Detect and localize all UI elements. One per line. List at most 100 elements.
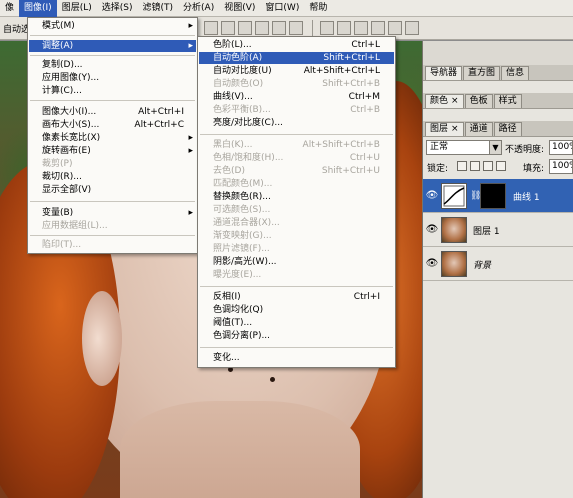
menu-item-match-color: 匹配颜色(M)... (213, 179, 273, 189)
eye-icon[interactable]: 👁 (425, 189, 439, 202)
lock-transparent-icon[interactable] (457, 161, 467, 171)
align-right-icon[interactable] (289, 21, 303, 35)
menu-item-curves[interactable]: 曲线(V)... Ctrl+M (199, 91, 394, 103)
distribute-bottom-icon[interactable] (354, 21, 368, 35)
menu-separator (30, 201, 195, 202)
layer-name: 背景 (473, 261, 492, 271)
menu-item-exposure: 曝光度(E)... (213, 270, 262, 280)
menu-item-rotate-canvas[interactable]: 旋转画布(E) ▸ (29, 145, 196, 157)
menu-item-calculations[interactable]: 计算(C)... (29, 85, 196, 97)
menu-item-shadow-highlight[interactable]: 阴影/高光(W)... (199, 256, 394, 268)
tab-color[interactable]: 颜色 × (425, 94, 464, 108)
layer-name: 曲线 1 (513, 193, 540, 203)
menu-item-crop: 裁剪(P) (42, 159, 73, 169)
distribute-left-icon[interactable] (371, 21, 385, 35)
menu-image-partial[interactable]: 像 (0, 0, 19, 17)
menu-item-brightness-contrast[interactable]: 亮度/对比度(C)... (199, 117, 394, 129)
lock-buttons (457, 161, 506, 171)
menu-item-invert[interactable]: 反相(I) Ctrl+I (199, 291, 394, 303)
menu-view[interactable]: 视图(V) (219, 0, 260, 17)
distribute-hcenter-icon[interactable] (388, 21, 402, 35)
menu-item-variations[interactable]: 变化... (199, 352, 394, 364)
tab-info[interactable]: 信息 (501, 66, 530, 80)
align-buttons (204, 21, 303, 35)
align-hcenter-icon[interactable] (272, 21, 286, 35)
menu-item-posterize[interactable]: 色调分离(P)... (199, 330, 394, 342)
navigator-panel-body (423, 81, 573, 93)
tab-swatches[interactable]: 色板 (464, 94, 493, 108)
menu-item-pixel-aspect[interactable]: 像素长宽比(X) ▸ (29, 132, 196, 144)
opacity-field[interactable]: 100% (549, 140, 573, 155)
menu-item-adjust[interactable]: 调整(A) ▸ (29, 40, 196, 52)
layer-name: 图层 1 (473, 227, 500, 237)
menu-item-auto-color: 自动颜色(O) Shift+Ctrl+B (213, 79, 380, 89)
menu-item-mode[interactable]: 模式(M) ▸ (29, 20, 196, 32)
menu-item-replace-color[interactable]: 替换颜色(R)... (199, 191, 394, 203)
menu-item-auto-contrast[interactable]: 自动对比度(U) Alt+Shift+Ctrl+L (199, 65, 394, 77)
chevron-down-icon[interactable]: ▼ (489, 141, 501, 154)
menu-item-trim[interactable]: 裁切(R)... (29, 171, 196, 183)
distribute-top-icon[interactable] (320, 21, 334, 35)
close-icon[interactable]: × (451, 124, 459, 134)
menu-item-duplicate[interactable]: 复制(D)... (29, 59, 196, 71)
menu-window[interactable]: 窗口(W) (260, 0, 304, 17)
adjust-submenu: 色阶(L)... Ctrl+L 自动色阶(A) Shift+Ctrl+L 自动对比度… (197, 36, 396, 368)
tab-layers[interactable]: 图层 × (425, 122, 464, 136)
eye-icon[interactable]: 👁 (425, 257, 439, 270)
fill-field[interactable]: 100% (549, 159, 573, 174)
menu-analysis[interactable]: 分析(A) (178, 0, 219, 17)
menu-item-threshold[interactable]: 阈值(T)... (199, 317, 394, 329)
menu-item-levels[interactable]: 色阶(L)... Ctrl+L (199, 39, 394, 51)
submenu-arrow-icon: ▸ (188, 133, 193, 143)
lock-brush-icon[interactable] (470, 161, 480, 171)
auto-select-label[interactable]: 自动选 (3, 22, 30, 35)
panel-tabs-navigator: 导航器 直方图 信息 (423, 65, 573, 81)
tab-styles[interactable]: 样式 (493, 94, 522, 108)
menu-item-variables[interactable]: 变量(B) ▸ (29, 207, 196, 219)
menu-select[interactable]: 选择(S) (97, 0, 138, 17)
align-vcenter-icon[interactable] (221, 21, 235, 35)
photo-ear (82, 291, 122, 386)
lock-all-icon[interactable] (496, 161, 506, 171)
menu-item-hue-saturation: 色相/饱和度(H)... Ctrl+U (213, 153, 380, 163)
menu-layer[interactable]: 图层(L) (57, 0, 97, 17)
tab-navigator[interactable]: 导航器 (425, 66, 463, 80)
layer-thumbnail (441, 251, 467, 277)
menu-separator (30, 55, 195, 56)
distribute-vcenter-icon[interactable] (337, 21, 351, 35)
menu-item-image-size[interactable]: 图像大小(I)... Alt+Ctrl+I (29, 106, 196, 118)
align-left-icon[interactable] (255, 21, 269, 35)
toolbar-divider (312, 20, 313, 37)
menu-item-apply-image[interactable]: 应用图像(Y)... (29, 72, 196, 84)
distribute-buttons (320, 21, 419, 35)
menu-help[interactable]: 帮助 (304, 0, 332, 17)
layer-row[interactable]: 👁 图层 1 (423, 213, 573, 247)
menu-item-equalize[interactable]: 色调均化(Q) (199, 304, 394, 316)
blend-mode-select[interactable]: 正常 ▼ (426, 140, 502, 155)
opacity-label: 不透明度: (505, 145, 545, 155)
tab-histogram[interactable]: 直方图 (463, 66, 501, 80)
menu-image[interactable]: 图像(I) (19, 0, 57, 17)
distribute-right-icon[interactable] (405, 21, 419, 35)
layer-row[interactable]: 👁 ⛓ 曲线 1 (423, 179, 573, 213)
layer-mask-thumbnail[interactable] (480, 183, 506, 209)
menu-separator (30, 35, 195, 36)
menu-separator (200, 347, 393, 348)
menu-item-color-balance: 色彩平衡(B)... Ctrl+B (213, 105, 380, 115)
menu-filter[interactable]: 滤镜(T) (138, 0, 179, 17)
lock-move-icon[interactable] (483, 161, 493, 171)
close-icon[interactable]: × (451, 96, 459, 106)
menu-item-photo-filter: 照片滤镜(F)... (213, 244, 270, 254)
tab-channels[interactable]: 通道 (464, 122, 493, 136)
submenu-arrow-icon: ▸ (188, 41, 193, 51)
menu-item-canvas-size[interactable]: 画布大小(S)... Alt+Ctrl+C (29, 119, 196, 131)
tab-paths[interactable]: 路径 (493, 122, 522, 136)
align-top-icon[interactable] (204, 21, 218, 35)
layer-row[interactable]: 👁 背景 (423, 247, 573, 281)
menu-item-auto-levels[interactable]: 自动色阶(A) Shift+Ctrl+L (199, 52, 394, 64)
image-menu: 模式(M) ▸ 调整(A) ▸ 复制(D)... 应用图像(Y)... 计算(C).… (27, 17, 198, 254)
menu-item-reveal-all[interactable]: 显示全部(V) (29, 184, 196, 196)
layer-thumbnail (441, 217, 467, 243)
align-bottom-icon[interactable] (238, 21, 252, 35)
eye-icon[interactable]: 👁 (425, 223, 439, 236)
